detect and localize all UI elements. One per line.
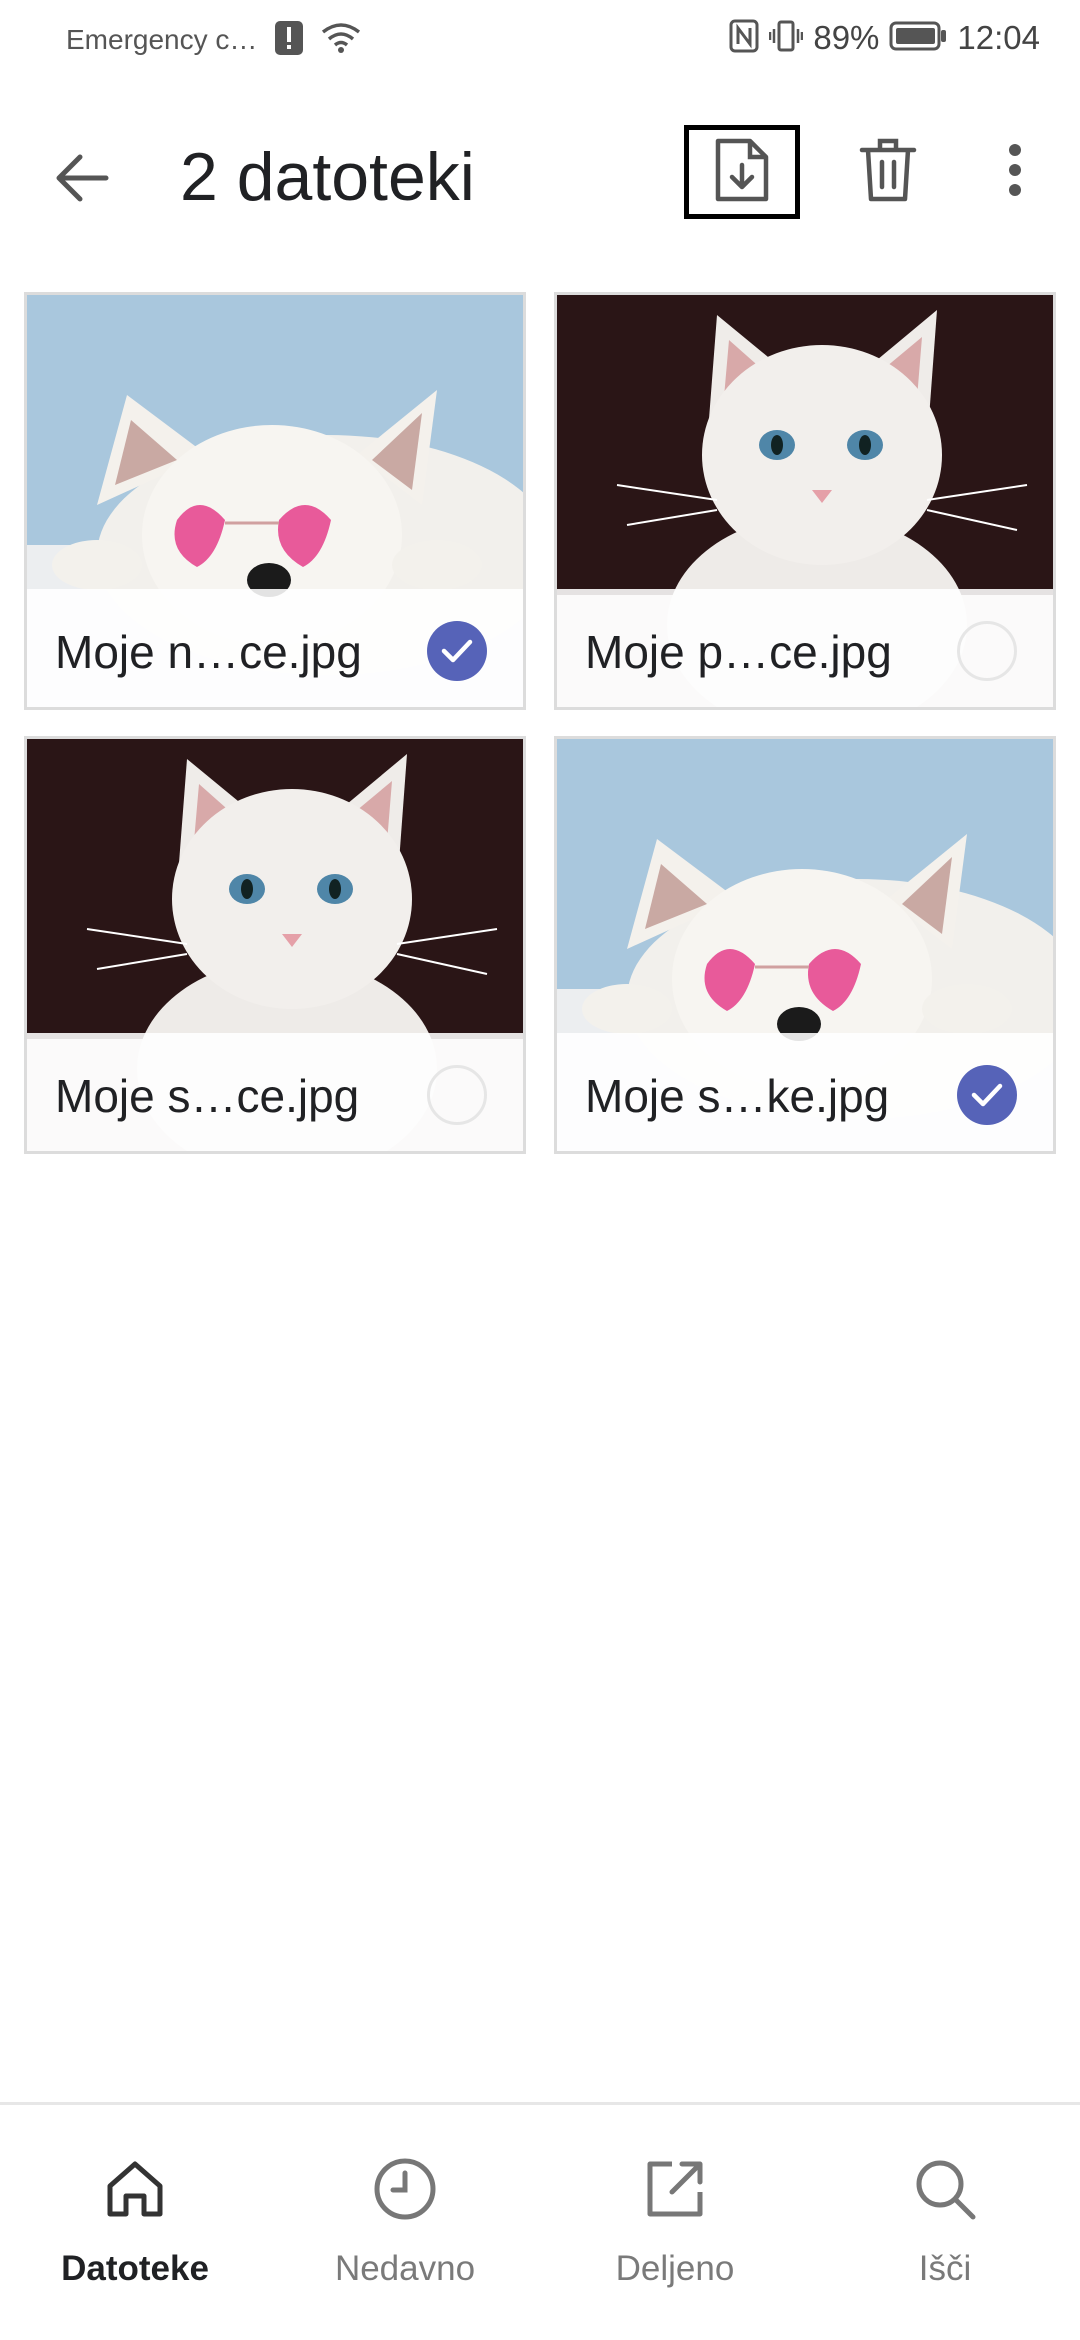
selected-check-icon[interactable] bbox=[427, 621, 487, 681]
carrier-label: Emergency c… bbox=[66, 24, 258, 55]
page-title: 2 datoteki bbox=[180, 139, 475, 215]
search-icon bbox=[905, 2149, 985, 2229]
bottom-navigation: Datoteke Nedavno Deljeno Išči bbox=[0, 2102, 1080, 2340]
file-caption: Moje s…ke.jpg bbox=[557, 1033, 1053, 1151]
file-name: Moje n…ce.jpg bbox=[55, 626, 362, 678]
file-caption: Moje n…ce.jpg bbox=[27, 589, 523, 707]
clock-time: 12:04 bbox=[957, 19, 1040, 56]
nav-label: Išči bbox=[918, 2249, 972, 2288]
file-name: Moje s…ce.jpg bbox=[55, 1070, 360, 1122]
file-card[interactable]: Moje p…ce.jpg bbox=[554, 292, 1056, 710]
download-file-icon bbox=[712, 137, 772, 208]
alert-icon bbox=[275, 20, 304, 60]
more-vert-icon bbox=[1007, 143, 1023, 202]
app-bar: 2 datoteki bbox=[0, 110, 1080, 240]
unselected-circle-icon[interactable] bbox=[427, 1065, 487, 1125]
file-caption: Moje s…ce.jpg bbox=[27, 1033, 523, 1151]
clock-icon bbox=[365, 2149, 445, 2229]
file-name: Moje s…ke.jpg bbox=[585, 1070, 890, 1122]
share-icon bbox=[635, 2149, 715, 2229]
file-name: Moje p…ce.jpg bbox=[585, 626, 892, 678]
nav-item-datoteke[interactable]: Datoteke bbox=[0, 2105, 270, 2340]
nav-item-deljeno[interactable]: Deljeno bbox=[540, 2105, 810, 2340]
file-card[interactable]: Moje n…ce.jpg bbox=[24, 292, 526, 710]
delete-button[interactable] bbox=[846, 128, 930, 216]
status-left: Emergency c… bbox=[66, 20, 361, 60]
file-card[interactable]: Moje s…ce.jpg bbox=[24, 736, 526, 1154]
back-arrow-icon bbox=[54, 153, 110, 208]
status-right: 89% 12:04 bbox=[729, 18, 1040, 58]
back-button[interactable] bbox=[42, 140, 122, 220]
file-card[interactable]: Moje s…ke.jpg bbox=[554, 736, 1056, 1154]
nfc-icon bbox=[729, 19, 759, 58]
nav-label: Datoteke bbox=[61, 2249, 209, 2288]
nav-label: Nedavno bbox=[334, 2249, 476, 2288]
file-grid: Moje n…ce.jpg Moje p…ce.jpg Moje s…ce.jp… bbox=[24, 292, 1056, 1154]
home-icon bbox=[95, 2149, 175, 2229]
battery-percent: 89% bbox=[813, 19, 880, 56]
unselected-circle-icon[interactable] bbox=[957, 621, 1017, 681]
nav-label: Deljeno bbox=[615, 2249, 735, 2288]
status-bar: Emergency c… 89% 12:04 bbox=[0, 0, 1080, 76]
nav-item-isci[interactable]: Išči bbox=[810, 2105, 1080, 2340]
file-caption: Moje p…ce.jpg bbox=[557, 589, 1053, 707]
trash-icon bbox=[858, 136, 918, 209]
nav-item-nedavno[interactable]: Nedavno bbox=[270, 2105, 540, 2340]
selected-check-icon[interactable] bbox=[957, 1065, 1017, 1125]
wifi-icon bbox=[321, 22, 361, 59]
vibrate-icon bbox=[769, 19, 804, 58]
battery-icon bbox=[889, 21, 947, 56]
download-button[interactable] bbox=[684, 125, 800, 219]
more-options-button[interactable] bbox=[985, 128, 1045, 216]
